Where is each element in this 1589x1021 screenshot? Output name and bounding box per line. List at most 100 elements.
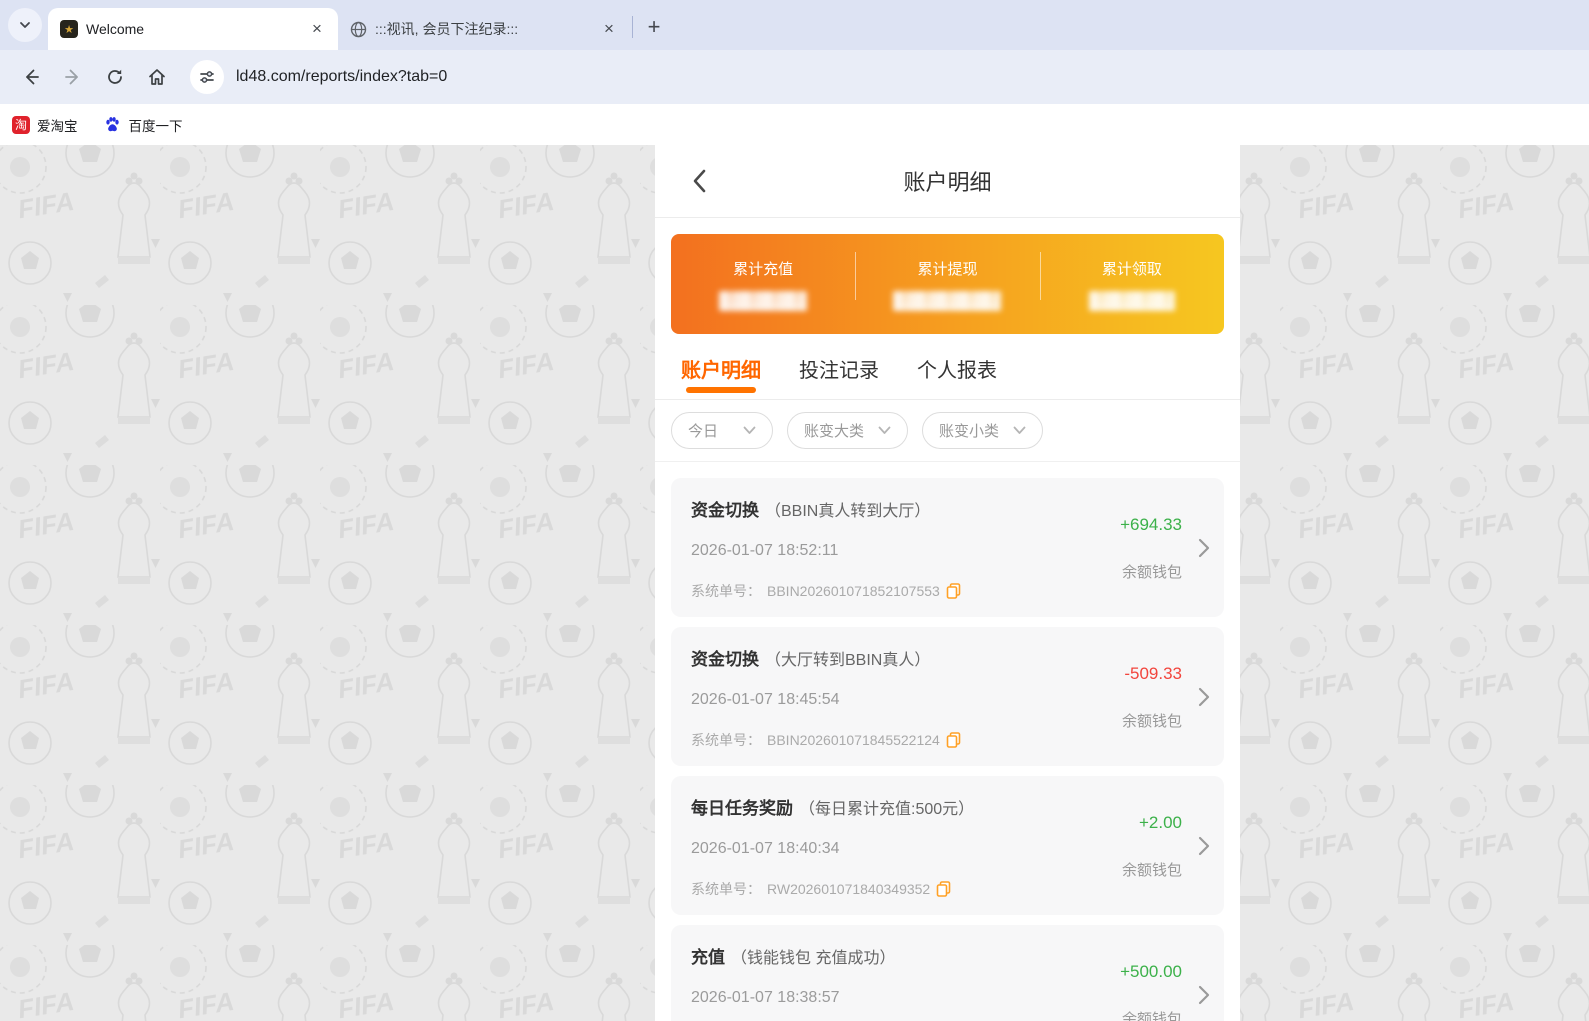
browser-tab-betting-records[interactable]: :::视讯, 会员下注纪录::: ×: [338, 8, 630, 50]
transaction-row[interactable]: 资金切换 （大厅转到BBIN真人） 2026-01-07 18:45:54 系统单…: [671, 627, 1224, 766]
site-favicon: ★: [60, 20, 78, 38]
tab-search-button[interactable]: [8, 8, 42, 42]
page-title: 账户明细: [903, 170, 992, 195]
tab-close-icon[interactable]: ×: [306, 18, 328, 40]
new-tab-button[interactable]: +: [639, 12, 669, 42]
transaction-amount: +2.00: [1138, 813, 1182, 832]
transaction-datetime: 2026-01-07 18:52:11: [691, 542, 839, 559]
stat-total-withdraw: 累计提现: [855, 251, 1039, 311]
tab-account-detail[interactable]: 账户明细: [681, 354, 761, 399]
transaction-title-line: 资金切换 （大厅转到BBIN真人）: [691, 645, 1074, 670]
site-settings-icon: [200, 71, 214, 83]
filter-label: 今日: [688, 423, 719, 440]
section-tabs: 账户明细 投注记录 个人报表: [655, 334, 1240, 400]
browser-tab-welcome[interactable]: ★ Welcome ×: [48, 8, 338, 50]
tab-close-icon[interactable]: ×: [598, 18, 620, 40]
transaction-title: 资金切换: [691, 650, 759, 669]
order-label: 系统单号：: [691, 881, 761, 897]
transaction-title-line: 资金切换 （BBIN真人转到大厅）: [691, 496, 1074, 521]
filter-minor-category-select[interactable]: 账变小类: [922, 412, 1044, 449]
page-header: 账户明细: [655, 145, 1240, 218]
bookmark-label: 爱淘宝: [37, 118, 78, 134]
transaction-desc: （BBIN真人转到大厅）: [765, 503, 931, 520]
chevron-left-icon: [693, 169, 706, 193]
globe-icon: [350, 21, 367, 37]
transaction-info: 资金切换 （BBIN真人转到大厅） 2026-01-07 18:52:11 系统单…: [691, 496, 1074, 601]
transaction-info: 充值（钱能钱包 充值成功） 2026-01-07 18:38:57 系统单号：: [691, 943, 1074, 1021]
summary-card: 累计充值 累计提现 累计领取: [671, 234, 1224, 334]
filter-date-select[interactable]: 今日: [671, 412, 773, 449]
back-arrow-icon: [26, 69, 39, 85]
chevron-right-icon[interactable]: [1198, 538, 1210, 558]
chevron-right-icon[interactable]: [1198, 985, 1210, 1005]
masked-value: [1088, 290, 1175, 311]
transaction-title: 资金切换: [691, 501, 759, 520]
bookmark-label: 百度一下: [128, 118, 183, 134]
transaction-row[interactable]: 每日任务奖励 （每日累计充值:500元） 2026-01-07 18:40:34 …: [671, 776, 1224, 915]
tab-personal-report[interactable]: 个人报表: [917, 354, 997, 399]
bookmark-taobao[interactable]: 淘 爱淘宝: [12, 115, 78, 135]
wallet-type: 余额钱包: [1121, 1011, 1182, 1021]
filter-label: 账变小类: [939, 423, 1000, 440]
transaction-datetime: 2026-01-07 18:38:57: [691, 989, 840, 1006]
tab-bet-records[interactable]: 投注记录: [799, 354, 879, 399]
wallet-type: 余额钱包: [1121, 713, 1182, 730]
bookmark-baidu[interactable]: 百度一下: [104, 115, 183, 135]
filter-major-category-select[interactable]: 账变大类: [787, 412, 909, 449]
copy-icon[interactable]: [946, 583, 961, 599]
transaction-row[interactable]: 资金切换 （BBIN真人转到大厅） 2026-01-07 18:52:11 系统单…: [671, 478, 1224, 617]
page-back-button[interactable]: [683, 165, 715, 197]
masked-value: [893, 290, 1002, 311]
browser-toolbar: ld48.com/reports/index?tab=0: [0, 50, 1589, 104]
site-info-button[interactable]: [190, 60, 224, 94]
wallet-type: 余额钱包: [1121, 564, 1182, 581]
tab-title: Welcome: [86, 21, 145, 37]
masked-value: [719, 290, 808, 311]
filter-row: 今日 账变大类 账变小类: [655, 400, 1240, 462]
order-number: BBIN202601071845522124: [767, 732, 940, 748]
order-number: BBIN202601071852107553: [767, 583, 940, 599]
tab-divider: [632, 16, 633, 38]
stat-total-deposit: 累计充值: [671, 258, 855, 311]
chevron-down-icon: [878, 426, 891, 434]
taobao-icon: 淘: [12, 115, 30, 134]
forward-button[interactable]: [55, 59, 91, 95]
chevron-right-icon[interactable]: [1198, 836, 1210, 856]
chevron-down-icon: [1013, 426, 1026, 434]
transaction-info: 资金切换 （大厅转到BBIN真人） 2026-01-07 18:45:54 系统单…: [691, 645, 1074, 750]
transaction-datetime: 2026-01-07 18:45:54: [691, 691, 840, 708]
transaction-amount-block: +500.00 余额钱包: [1074, 943, 1204, 1021]
transaction-desc: （大厅转到BBIN真人）: [765, 652, 931, 669]
transaction-amount: -509.33: [1124, 664, 1182, 683]
transaction-amount-block: +2.00 余额钱包: [1074, 794, 1204, 899]
filter-label: 账变大类: [804, 423, 865, 440]
transaction-desc: （钱能钱包 充值成功）: [731, 950, 896, 967]
forward-arrow-icon: [65, 69, 78, 85]
transaction-amount-block: -509.33 余额钱包: [1074, 645, 1204, 750]
stat-label: 累计充值: [733, 260, 794, 278]
home-button[interactable]: [139, 59, 175, 95]
reload-icon: [108, 69, 122, 84]
tab-title: :::视讯, 会员下注纪录:::: [375, 21, 519, 37]
copy-icon[interactable]: [946, 732, 961, 748]
browser-tab-strip: ★ Welcome × :::视讯, 会员下注纪录::: × +: [0, 0, 1589, 50]
transaction-row[interactable]: 充值（钱能钱包 充值成功） 2026-01-07 18:38:57 系统单号： …: [671, 925, 1224, 1021]
back-button[interactable]: [13, 59, 49, 95]
wallet-type: 余额钱包: [1121, 862, 1182, 879]
reload-button[interactable]: [97, 59, 133, 95]
url-text[interactable]: ld48.com/reports/index?tab=0: [236, 68, 447, 86]
address-bar[interactable]: ld48.com/reports/index?tab=0: [190, 57, 1579, 97]
home-icon: [149, 69, 165, 85]
stat-total-claimed: 累计领取: [1039, 251, 1224, 311]
copy-icon[interactable]: [936, 881, 951, 897]
transaction-amount: +500.00: [1120, 962, 1182, 981]
stat-label: 累计提现: [917, 260, 978, 278]
chevron-down-icon: [20, 22, 30, 28]
stat-label: 累计领取: [1101, 260, 1162, 278]
transaction-title-line: 每日任务奖励 （每日累计充值:500元）: [691, 794, 1074, 819]
chevron-right-icon[interactable]: [1198, 687, 1210, 707]
bookmarks-bar: 淘 爱淘宝 百度一下: [0, 104, 1589, 145]
transaction-info: 每日任务奖励 （每日累计充值:500元） 2026-01-07 18:40:34 …: [691, 794, 1074, 899]
order-number: RW202601071840349352: [767, 881, 931, 897]
transaction-datetime: 2026-01-07 18:40:34: [691, 840, 840, 857]
